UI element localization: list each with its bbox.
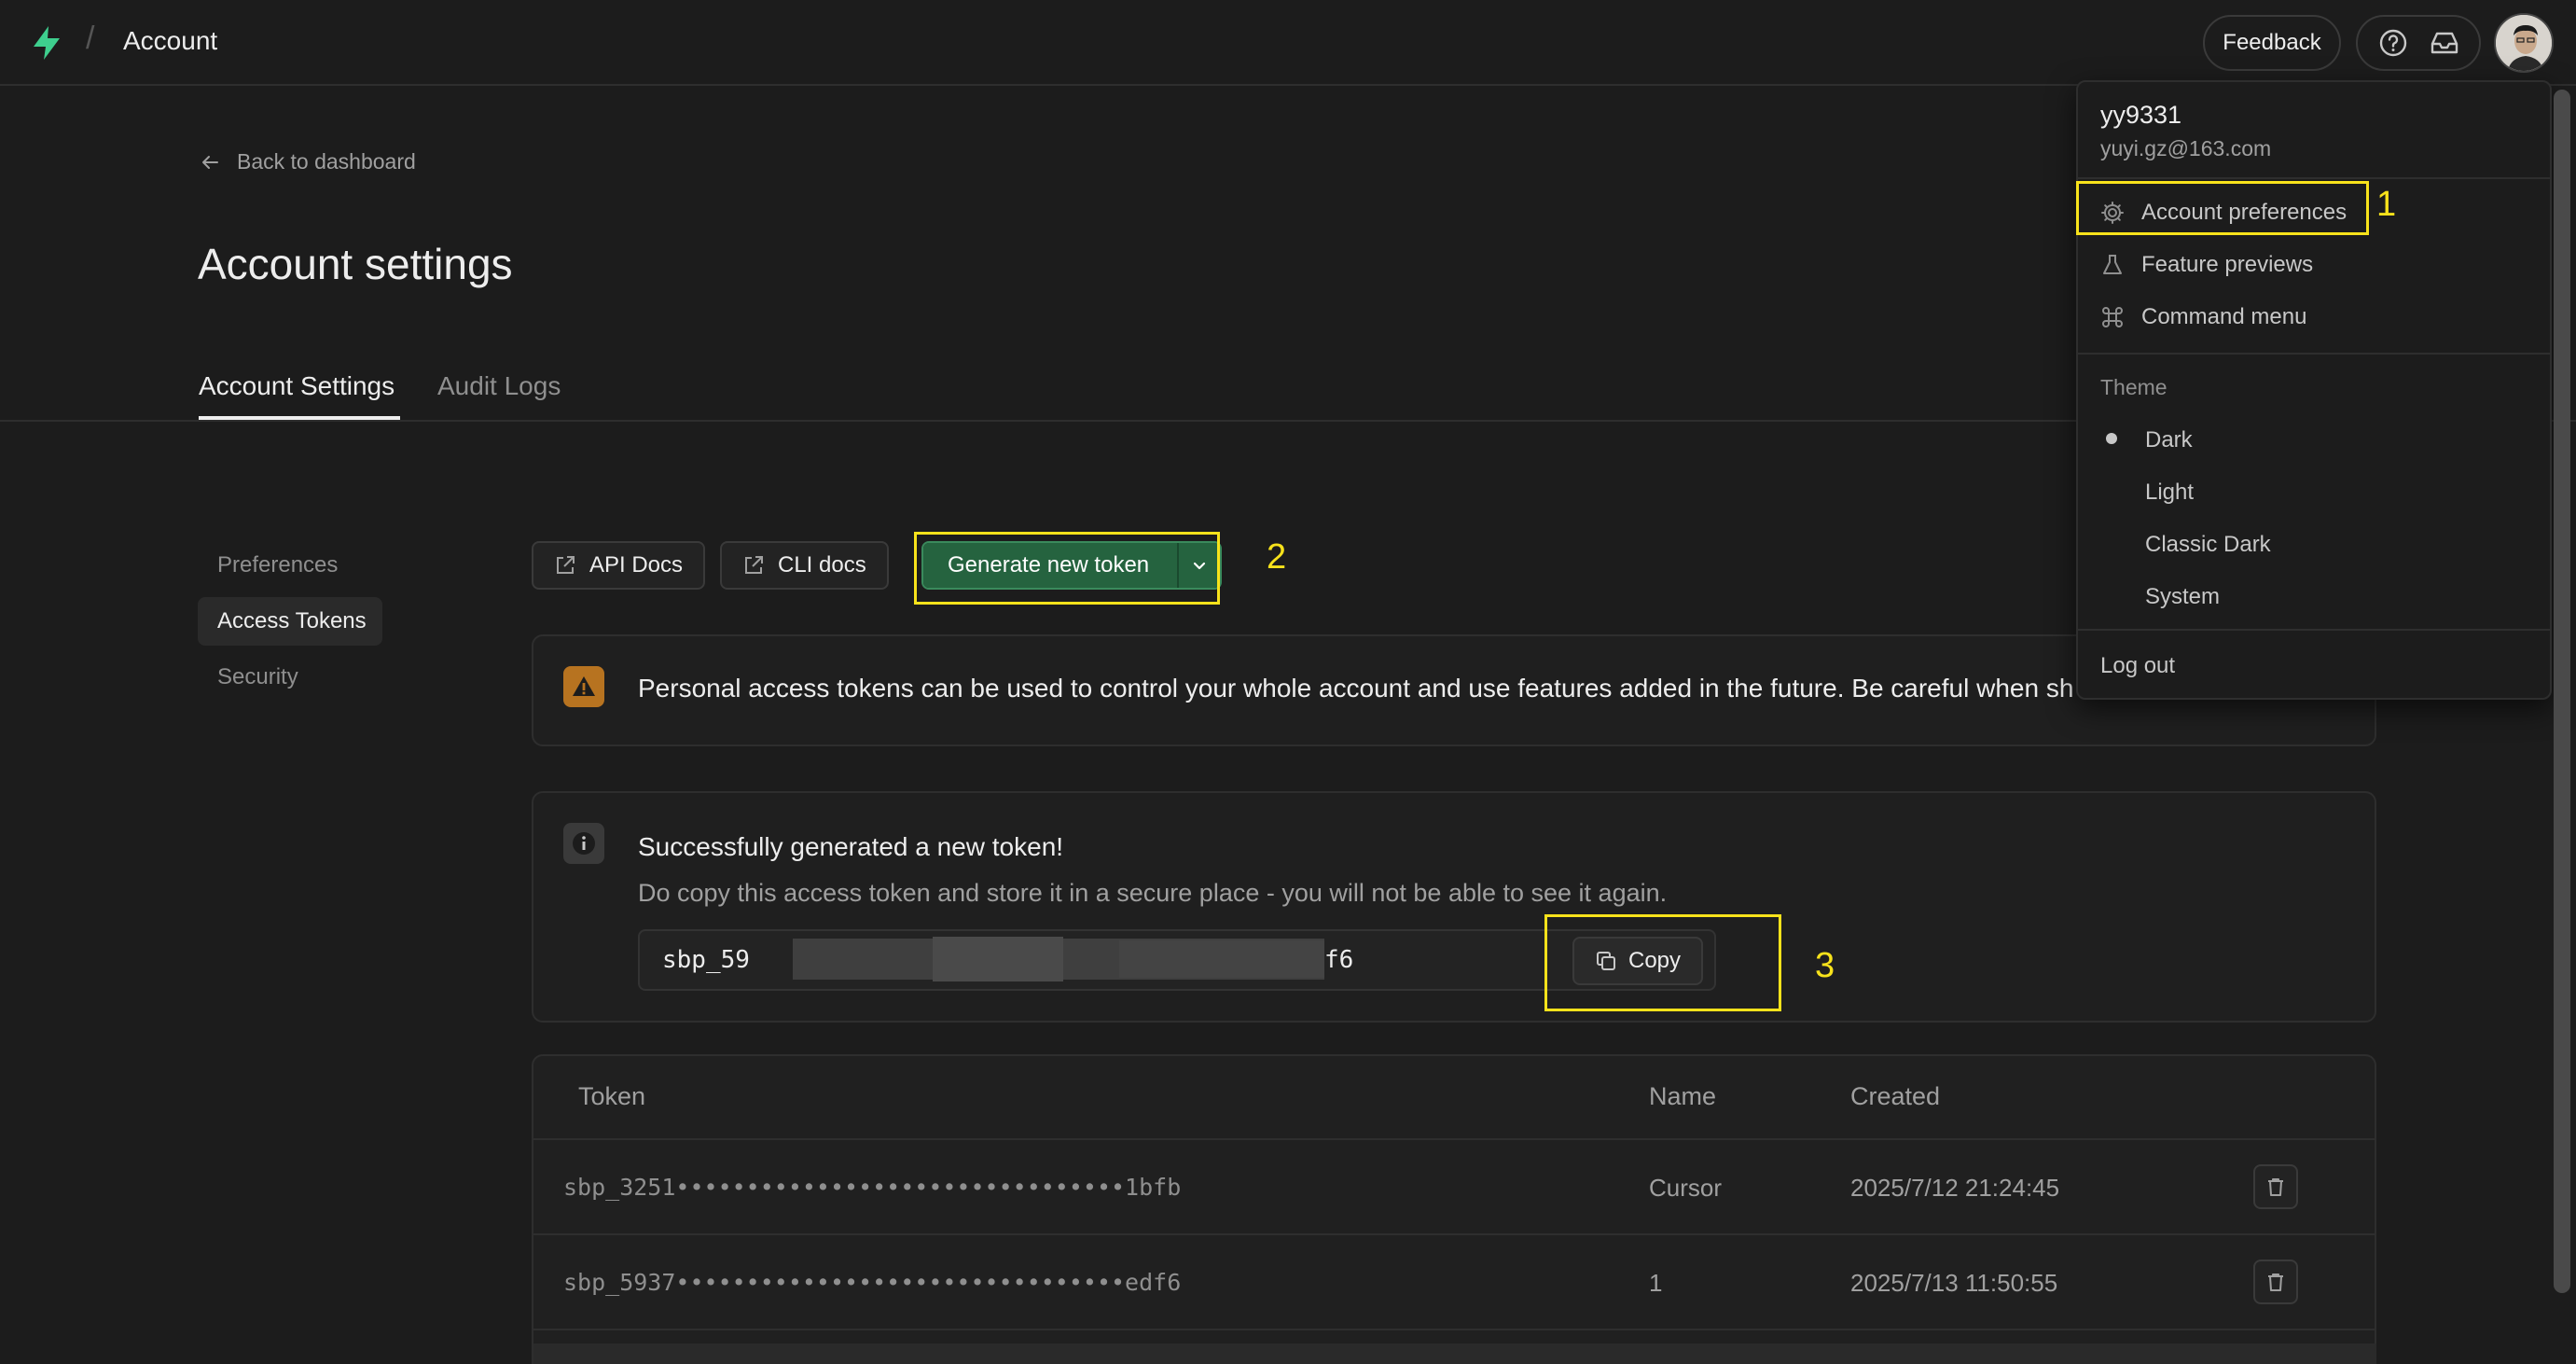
supabase-logo-icon[interactable] bbox=[28, 24, 65, 62]
theme-option-dark[interactable]: Dark bbox=[2145, 427, 2193, 453]
token-created-cell: 2025/7/13 11:50:55 bbox=[1850, 1269, 2058, 1297]
token-name-cell: Cursor bbox=[1649, 1174, 1723, 1202]
table-row-divider bbox=[533, 1233, 2376, 1235]
page-title: Account settings bbox=[198, 240, 513, 288]
info-icon bbox=[563, 823, 604, 864]
menu-username: yy9331 bbox=[2100, 101, 2182, 129]
annotation-number-1: 1 bbox=[2376, 185, 2397, 224]
annotation-box-1 bbox=[2076, 181, 2369, 235]
token-redaction-blur bbox=[1119, 940, 1324, 978]
active-tab-indicator bbox=[199, 416, 400, 420]
trash-icon bbox=[2268, 1178, 2283, 1196]
theme-option-system[interactable]: System bbox=[2145, 584, 2220, 610]
avatar[interactable] bbox=[2494, 13, 2554, 73]
api-docs-label: API Docs bbox=[589, 552, 684, 578]
warning-icon bbox=[563, 666, 604, 707]
help-button[interactable] bbox=[2373, 22, 2414, 63]
external-link-icon bbox=[557, 556, 575, 574]
menu-email: yuyi.gz@163.com bbox=[2100, 136, 2272, 160]
token-suffix: f6 bbox=[1324, 946, 1354, 974]
breadcrumb-separator: / bbox=[86, 21, 95, 56]
tab-account-settings[interactable]: Account Settings bbox=[199, 371, 395, 401]
breadcrumb-account[interactable]: Account bbox=[123, 26, 217, 56]
page-scrollbar[interactable] bbox=[2554, 90, 2570, 1293]
inbox-icon bbox=[2431, 32, 2458, 54]
table-row-divider bbox=[533, 1329, 2376, 1330]
cli-docs-button[interactable]: CLI docs bbox=[720, 541, 889, 590]
delete-token-button[interactable] bbox=[2253, 1164, 2298, 1209]
command-icon bbox=[2102, 307, 2123, 327]
token-redaction-blur bbox=[933, 937, 1063, 981]
api-docs-button[interactable]: API Docs bbox=[532, 541, 706, 590]
annotation-number-3: 3 bbox=[1815, 946, 1835, 985]
column-header-token: Token bbox=[578, 1082, 646, 1110]
cli-docs-label: CLI docs bbox=[778, 552, 866, 578]
token-cell: sbp_5937••••••••••••••••••••••••••••••••… bbox=[563, 1269, 1182, 1296]
annotation-number-2: 2 bbox=[1267, 537, 1287, 577]
token-created-cell: 2025/7/12 21:24:45 bbox=[1850, 1174, 2060, 1202]
menu-item-feature-previews[interactable]: Feature previews bbox=[2100, 252, 2313, 278]
token-prefix: sbp_59 bbox=[662, 946, 750, 974]
trash-icon bbox=[2268, 1274, 2283, 1291]
sidebar-item-access-tokens[interactable]: Access Tokens bbox=[198, 597, 382, 646]
back-to-dashboard-link[interactable]: Back to dashboard bbox=[200, 149, 416, 174]
success-title: Successfully generated a new token! bbox=[638, 832, 1064, 861]
column-header-name: Name bbox=[1649, 1082, 1717, 1110]
selected-theme-indicator bbox=[2106, 433, 2117, 444]
token-cell: sbp_3251••••••••••••••••••••••••••••••••… bbox=[563, 1174, 1182, 1201]
column-header-created: Created bbox=[1850, 1082, 1941, 1110]
sidebar-item-preferences[interactable]: Preferences bbox=[198, 541, 382, 590]
theme-option-classic-dark[interactable]: Classic Dark bbox=[2145, 532, 2271, 558]
back-label: Back to dashboard bbox=[237, 149, 416, 174]
menu-divider bbox=[2078, 177, 2550, 179]
table-footer bbox=[533, 1343, 2376, 1364]
tab-audit-logs[interactable]: Audit Logs bbox=[437, 371, 561, 401]
table-row-divider bbox=[533, 1138, 2376, 1140]
arrow-left-icon bbox=[202, 155, 218, 169]
menu-item-label: Feature previews bbox=[2141, 252, 2314, 277]
inbox-button[interactable] bbox=[2424, 22, 2465, 63]
annotation-box-2 bbox=[914, 532, 1220, 605]
menu-item-label: Command menu bbox=[2141, 304, 2307, 329]
flask-icon bbox=[2103, 255, 2122, 274]
success-description: Do copy this access token and store it i… bbox=[638, 879, 1668, 907]
feedback-button[interactable]: Feedback bbox=[2203, 15, 2341, 71]
menu-divider bbox=[2078, 353, 2550, 355]
theme-option-light[interactable]: Light bbox=[2145, 480, 2194, 506]
tokens-table bbox=[532, 1054, 2376, 1364]
theme-section-label: Theme bbox=[2100, 375, 2167, 399]
warning-text: Personal access tokens can be used to co… bbox=[638, 674, 2074, 703]
logout-menu-item[interactable]: Log out bbox=[2100, 653, 2175, 679]
annotation-box-3 bbox=[1544, 914, 1781, 1011]
menu-divider bbox=[2078, 629, 2550, 631]
help-icon bbox=[2379, 29, 2406, 57]
delete-token-button[interactable] bbox=[2253, 1260, 2298, 1304]
menu-item-command-menu[interactable]: Command menu bbox=[2100, 304, 2306, 330]
external-link-icon bbox=[745, 556, 763, 574]
top-bar bbox=[0, 0, 2576, 86]
header-icon-group bbox=[2356, 15, 2481, 71]
token-name-cell: 1 bbox=[1649, 1269, 1663, 1297]
sidebar-item-security[interactable]: Security bbox=[198, 653, 382, 702]
